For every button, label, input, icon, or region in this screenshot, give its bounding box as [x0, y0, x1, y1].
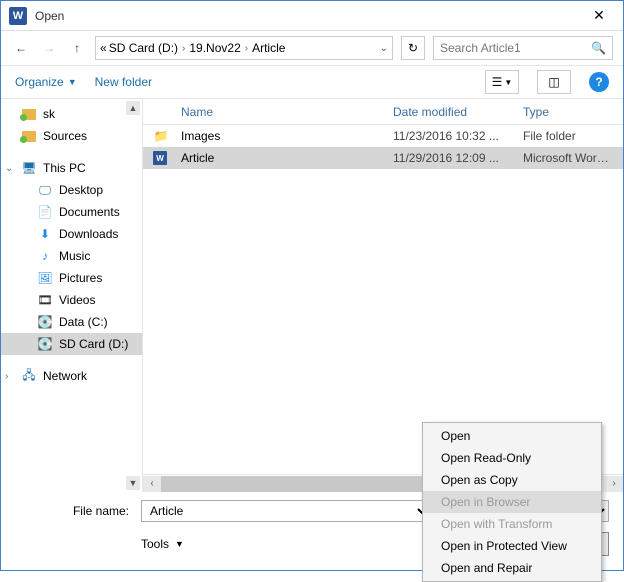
tree-item-pictures[interactable]: 🖼Pictures	[1, 267, 142, 289]
folder-tree[interactable]: ▲ sk Sources ⌄🖥This PC 🖵Desktop 📄Documen…	[1, 99, 143, 492]
help-button[interactable]: ?	[589, 72, 609, 92]
tree-item-this-pc[interactable]: ⌄🖥This PC	[1, 157, 142, 179]
drive-icon: 💽	[37, 336, 53, 352]
column-type[interactable]: Type	[523, 105, 623, 119]
network-icon: 🖧	[21, 368, 37, 384]
titlebar: W Open ✕	[1, 1, 623, 31]
up-button[interactable]: ↑	[67, 38, 87, 58]
pictures-icon: 🖼	[37, 270, 53, 286]
open-dropdown-menu: Open Open Read-Only Open as Copy Open in…	[422, 422, 602, 582]
menu-open-with-transform: Open with Transform	[423, 513, 601, 535]
chevron-right-icon: ›	[243, 43, 250, 54]
scroll-up-button[interactable]: ▲	[126, 101, 140, 115]
tree-item-videos[interactable]: 🎞Videos	[1, 289, 142, 311]
menu-open-and-repair[interactable]: Open and Repair	[423, 557, 601, 579]
scroll-down-button[interactable]: ▼	[126, 476, 140, 490]
file-date: 11/23/2016 10:32 ...	[393, 129, 523, 143]
file-type: Microsoft Word D...	[523, 151, 623, 165]
pane-icon: ◫	[548, 75, 559, 89]
tree-item-sk[interactable]: sk	[1, 103, 142, 125]
file-name: Article	[181, 151, 393, 165]
view-mode-button[interactable]: ☰ ▼	[485, 70, 519, 94]
tree-item-sources[interactable]: Sources	[1, 125, 142, 147]
dropdown-icon: ▼	[175, 539, 184, 549]
breadcrumb-item[interactable]: SD Card (D:)	[109, 41, 178, 55]
filename-label: File name:	[15, 504, 133, 518]
tree-item-desktop[interactable]: 🖵Desktop	[1, 179, 142, 201]
word-doc-icon: W	[153, 151, 167, 165]
window-title: Open	[35, 9, 579, 23]
dropdown-icon: ▼	[504, 78, 512, 87]
breadcrumb[interactable]: « SD Card (D:) › 19.Nov22 › Article ⌄	[95, 36, 393, 60]
menu-open[interactable]: Open	[423, 425, 601, 447]
menu-open-as-copy[interactable]: Open as Copy	[423, 469, 601, 491]
search-icon: 🔍	[591, 41, 606, 55]
documents-icon: 📄	[37, 204, 53, 220]
word-app-icon: W	[9, 7, 27, 25]
file-row[interactable]: W Article11/29/2016 12:09 ...Microsoft Wo…	[143, 147, 623, 169]
tree-item-network[interactable]: ›🖧Network	[1, 365, 142, 387]
file-type: File folder	[523, 129, 623, 143]
tree-item-music[interactable]: ♪Music	[1, 245, 142, 267]
folder-sync-icon	[22, 107, 36, 121]
menu-open-read-only[interactable]: Open Read-Only	[423, 447, 601, 469]
tools-button[interactable]: Tools ▼	[141, 537, 184, 551]
dropdown-icon: ▼	[68, 77, 77, 87]
search-placeholder: Search Article1	[440, 41, 521, 55]
organize-button[interactable]: Organize ▼	[15, 75, 77, 89]
music-icon: ♪	[37, 248, 53, 264]
breadcrumb-item[interactable]: Article	[252, 41, 285, 55]
chevron-right-icon: ›	[180, 43, 187, 54]
toolbar: Organize ▼ New folder ☰ ▼ ◫ ?	[1, 65, 623, 99]
tree-item-documents[interactable]: 📄Documents	[1, 201, 142, 223]
expand-icon[interactable]: ›	[5, 371, 8, 382]
refresh-button[interactable]: ↻	[401, 36, 425, 60]
column-name[interactable]: Name	[153, 105, 393, 119]
forward-button[interactable]: →	[39, 38, 59, 58]
menu-open-in-browser: Open in Browser	[423, 491, 601, 513]
monitor-icon: 🖥	[21, 160, 37, 176]
list-icon: ☰	[492, 75, 503, 89]
close-button[interactable]: ✕	[579, 2, 619, 30]
folder-icon: 📁	[153, 128, 169, 144]
nav-row: ← → ↑ « SD Card (D:) › 19.Nov22 › Articl…	[1, 31, 623, 65]
file-name: Images	[181, 129, 393, 143]
new-folder-button[interactable]: New folder	[95, 75, 152, 89]
scroll-right-button[interactable]: ›	[605, 476, 623, 492]
menu-open-protected-view[interactable]: Open in Protected View	[423, 535, 601, 557]
file-row[interactable]: 📁 Images11/23/2016 10:32 ...File folder	[143, 125, 623, 147]
file-date: 11/29/2016 12:09 ...	[393, 151, 523, 165]
preview-pane-button[interactable]: ◫	[537, 70, 571, 94]
videos-icon: 🎞	[37, 292, 53, 308]
tree-item-downloads[interactable]: ⬇Downloads	[1, 223, 142, 245]
collapse-icon[interactable]: ⌄	[5, 163, 13, 174]
desktop-icon: 🖵	[37, 182, 53, 198]
downloads-icon: ⬇	[37, 226, 53, 242]
column-date[interactable]: Date modified	[393, 105, 523, 119]
back-button[interactable]: ←	[11, 38, 31, 58]
breadcrumb-item[interactable]: 19.Nov22	[189, 41, 240, 55]
folder-sync-icon	[22, 129, 36, 143]
search-input[interactable]: Search Article1 🔍	[433, 36, 613, 60]
tree-item-sd-card[interactable]: 💽SD Card (D:)	[1, 333, 142, 355]
filename-input[interactable]: Article	[141, 500, 431, 522]
drive-icon: 💽	[37, 314, 53, 330]
breadcrumb-dropdown-icon[interactable]: ⌄	[380, 43, 388, 54]
column-headers: Name Date modified Type	[143, 99, 623, 125]
breadcrumb-prefix: «	[100, 41, 107, 55]
tree-item-data-c[interactable]: 💽Data (C:)	[1, 311, 142, 333]
scroll-left-button[interactable]: ‹	[143, 476, 161, 492]
